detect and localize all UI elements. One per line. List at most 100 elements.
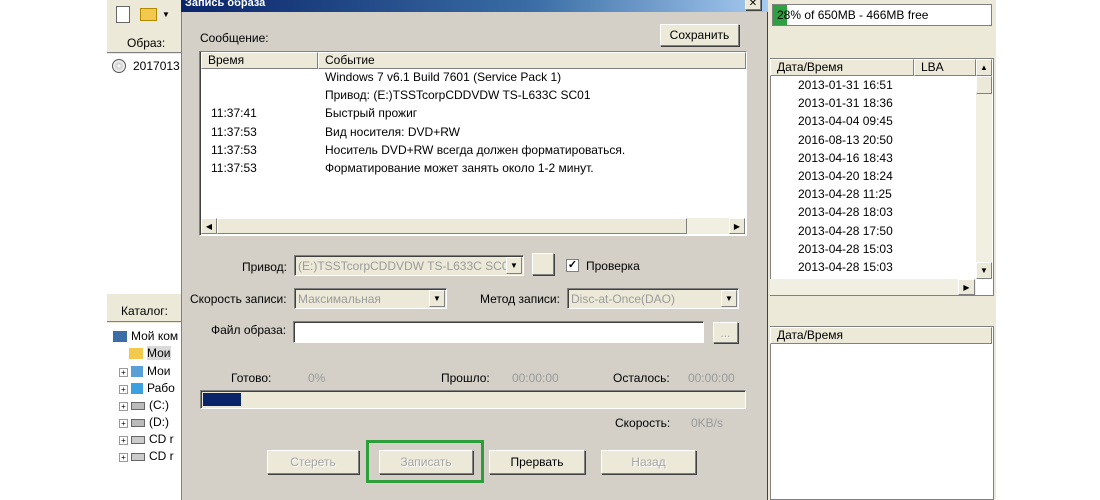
remaining-value: 00:00:00	[688, 371, 735, 385]
expand-icon[interactable]: +	[119, 453, 128, 462]
speed-value: Максимальная	[298, 292, 381, 306]
date-cell[interactable]: 2013-04-28 15:03	[798, 260, 893, 274]
date-cell[interactable]: 2013-04-16 18:43	[798, 151, 893, 165]
vertical-scrollbar-track[interactable]	[976, 76, 992, 262]
log-row-event: Вид носителя: DVD+RW	[325, 124, 460, 139]
log-row-time: 11:37:53	[211, 142, 257, 157]
log-row-time: 11:37:53	[211, 161, 257, 175]
back-button[interactable]: Назад	[601, 450, 696, 474]
progress-fill	[203, 393, 241, 406]
tree-item-cd2[interactable]: + CD r	[119, 449, 174, 463]
abort-button[interactable]: Прервать	[489, 450, 585, 474]
image-label-bar: Образ:	[107, 33, 182, 53]
log-row-event: Форматирование может занять около 1-2 ми…	[325, 161, 594, 175]
cd-drive-icon	[131, 435, 145, 444]
save-button[interactable]: Сохранить	[660, 24, 739, 46]
tree-item-d[interactable]: + (D:)	[119, 415, 169, 429]
method-select[interactable]: Disc-at-Once(DAO)	[567, 288, 739, 309]
verify-checkbox[interactable]: ✓	[566, 259, 579, 272]
horizontal-scrollbar-track[interactable]	[770, 279, 976, 295]
date-cell[interactable]: 2013-04-28 11:25	[798, 187, 892, 201]
tree-item-1[interactable]: Мои	[129, 346, 171, 360]
log-row-time: 11:37:53	[211, 124, 257, 139]
method-label: Метод записи:	[480, 292, 560, 306]
dialog-titlebar[interactable]: Запись образа	[181, 0, 768, 12]
date-cell[interactable]: 2013-04-04 09:45	[798, 114, 893, 128]
speed-dropdown-arrow[interactable]: ▼	[429, 290, 445, 307]
drive-select[interactable]: (E:)TSSTcorpCDDVDW TS-L633C SC01	[294, 255, 524, 276]
image-panel: 2017013	[107, 54, 182, 294]
capacity-text: 28% of 650MB - 466MB free	[777, 8, 929, 22]
elapsed-value: 00:00:00	[512, 371, 559, 385]
method-value: Disc-at-Once(DAO)	[571, 292, 676, 306]
expand-icon[interactable]: +	[119, 419, 128, 428]
expand-icon[interactable]: +	[119, 402, 128, 411]
log-scroll-thumb[interactable]	[217, 218, 687, 234]
expand-icon[interactable]: +	[119, 436, 128, 445]
tree-item-3[interactable]: + Рабо	[119, 381, 175, 395]
disc-icon	[112, 59, 126, 73]
date-cell[interactable]: 2013-01-31 16:51	[798, 78, 893, 92]
image-item[interactable]: 2017013	[133, 59, 180, 73]
browse-button[interactable]: ...	[713, 322, 738, 343]
catalog-label: Каталог:	[121, 304, 168, 318]
expand-icon[interactable]: +	[119, 385, 128, 394]
image-file-input[interactable]	[293, 321, 704, 343]
speed-stat-value: 0KB/s	[691, 416, 724, 430]
toolbar-dropdown-icon[interactable]: ▼	[162, 10, 170, 19]
column-header-datetime-bottom[interactable]: Дата/Время	[770, 327, 992, 344]
ready-value: 0%	[308, 371, 326, 385]
verify-label[interactable]: Проверка	[586, 259, 640, 273]
close-button[interactable]: ✕	[745, 0, 761, 10]
erase-button[interactable]: Стереть	[267, 450, 359, 474]
log-scroll-left-arrow[interactable]: ◀	[201, 218, 217, 234]
tree-item-2[interactable]: + Мои	[119, 364, 171, 378]
log-column-event[interactable]: Событие	[318, 52, 746, 69]
date-cell[interactable]: 2013-01-31 18:36	[798, 96, 893, 110]
log-row-time: 11:37:41	[211, 106, 257, 121]
progress-bar	[200, 390, 746, 409]
date-cell[interactable]: 2013-04-20 18:24	[798, 169, 893, 183]
date-cell[interactable]: 2013-04-28 17:50	[798, 224, 893, 238]
speed-select[interactable]: Максимальная	[294, 288, 447, 309]
folder-icon	[129, 348, 143, 360]
date-cell[interactable]: 2013-04-28 18:03	[798, 205, 893, 219]
tree-item-cd1[interactable]: + CD r	[119, 432, 174, 446]
log-scroll-right-arrow[interactable]: ▶	[729, 218, 745, 234]
tree-item-c[interactable]: + (C:)	[119, 398, 169, 412]
drive-label: Привод:	[242, 260, 287, 274]
date-cell[interactable]: 2016-08-13 20:50	[798, 133, 893, 147]
drive-properties-button[interactable]	[532, 253, 554, 275]
column-header-lba[interactable]: LBA	[914, 59, 976, 76]
file-list-bottom	[770, 326, 994, 500]
cd-drive-icon	[131, 452, 145, 461]
log-row-event: Быстрый прожиг	[325, 106, 418, 121]
drive-icon	[131, 418, 145, 427]
ready-label: Готово:	[231, 371, 272, 385]
toolbar-new-icon[interactable]	[116, 6, 130, 23]
log-row-event: Носитель DVD+RW всегда должен форматиров…	[325, 142, 626, 157]
log-row-event: Привод: (E:)TSSTcorpCDDVDW TS-L633C SC01	[325, 88, 591, 103]
drive-dropdown-arrow[interactable]: ▼	[506, 257, 522, 274]
method-dropdown-arrow[interactable]: ▼	[721, 290, 737, 307]
desktop-icon	[131, 383, 143, 395]
tree-item-my-computer[interactable]: Мой ком	[113, 329, 178, 343]
folder-icon	[131, 366, 143, 378]
log-row-event: Windows 7 v6.1 Build 7601 (Service Pack …	[325, 70, 562, 84]
scroll-up-arrow[interactable]: ▲	[976, 59, 992, 76]
expand-icon[interactable]: +	[119, 368, 128, 377]
image-label: Образ:	[127, 36, 166, 50]
scroll-thumb[interactable]	[976, 76, 992, 94]
log-column-time[interactable]: Время	[201, 52, 318, 69]
dialog-title: Запись образа	[185, 0, 266, 9]
date-cell[interactable]: 2013-04-28 15:03	[798, 242, 893, 256]
scroll-down-arrow[interactable]: ▼	[976, 262, 992, 279]
elapsed-label: Прошло:	[441, 371, 490, 385]
column-header-datetime[interactable]: Дата/Время	[770, 59, 914, 76]
capacity-bar: 28% of 650MB - 466MB free	[772, 4, 992, 26]
scroll-right-arrow[interactable]: ▶	[958, 279, 975, 295]
speed-stat-label: Скорость:	[615, 416, 671, 430]
toolbar-open-icon[interactable]	[140, 8, 157, 21]
remaining-label: Осталось:	[613, 371, 670, 385]
catalog-tree: Мой ком Мои + Мои + Рабо + (C:) + (D:) + CD r…	[107, 323, 182, 500]
